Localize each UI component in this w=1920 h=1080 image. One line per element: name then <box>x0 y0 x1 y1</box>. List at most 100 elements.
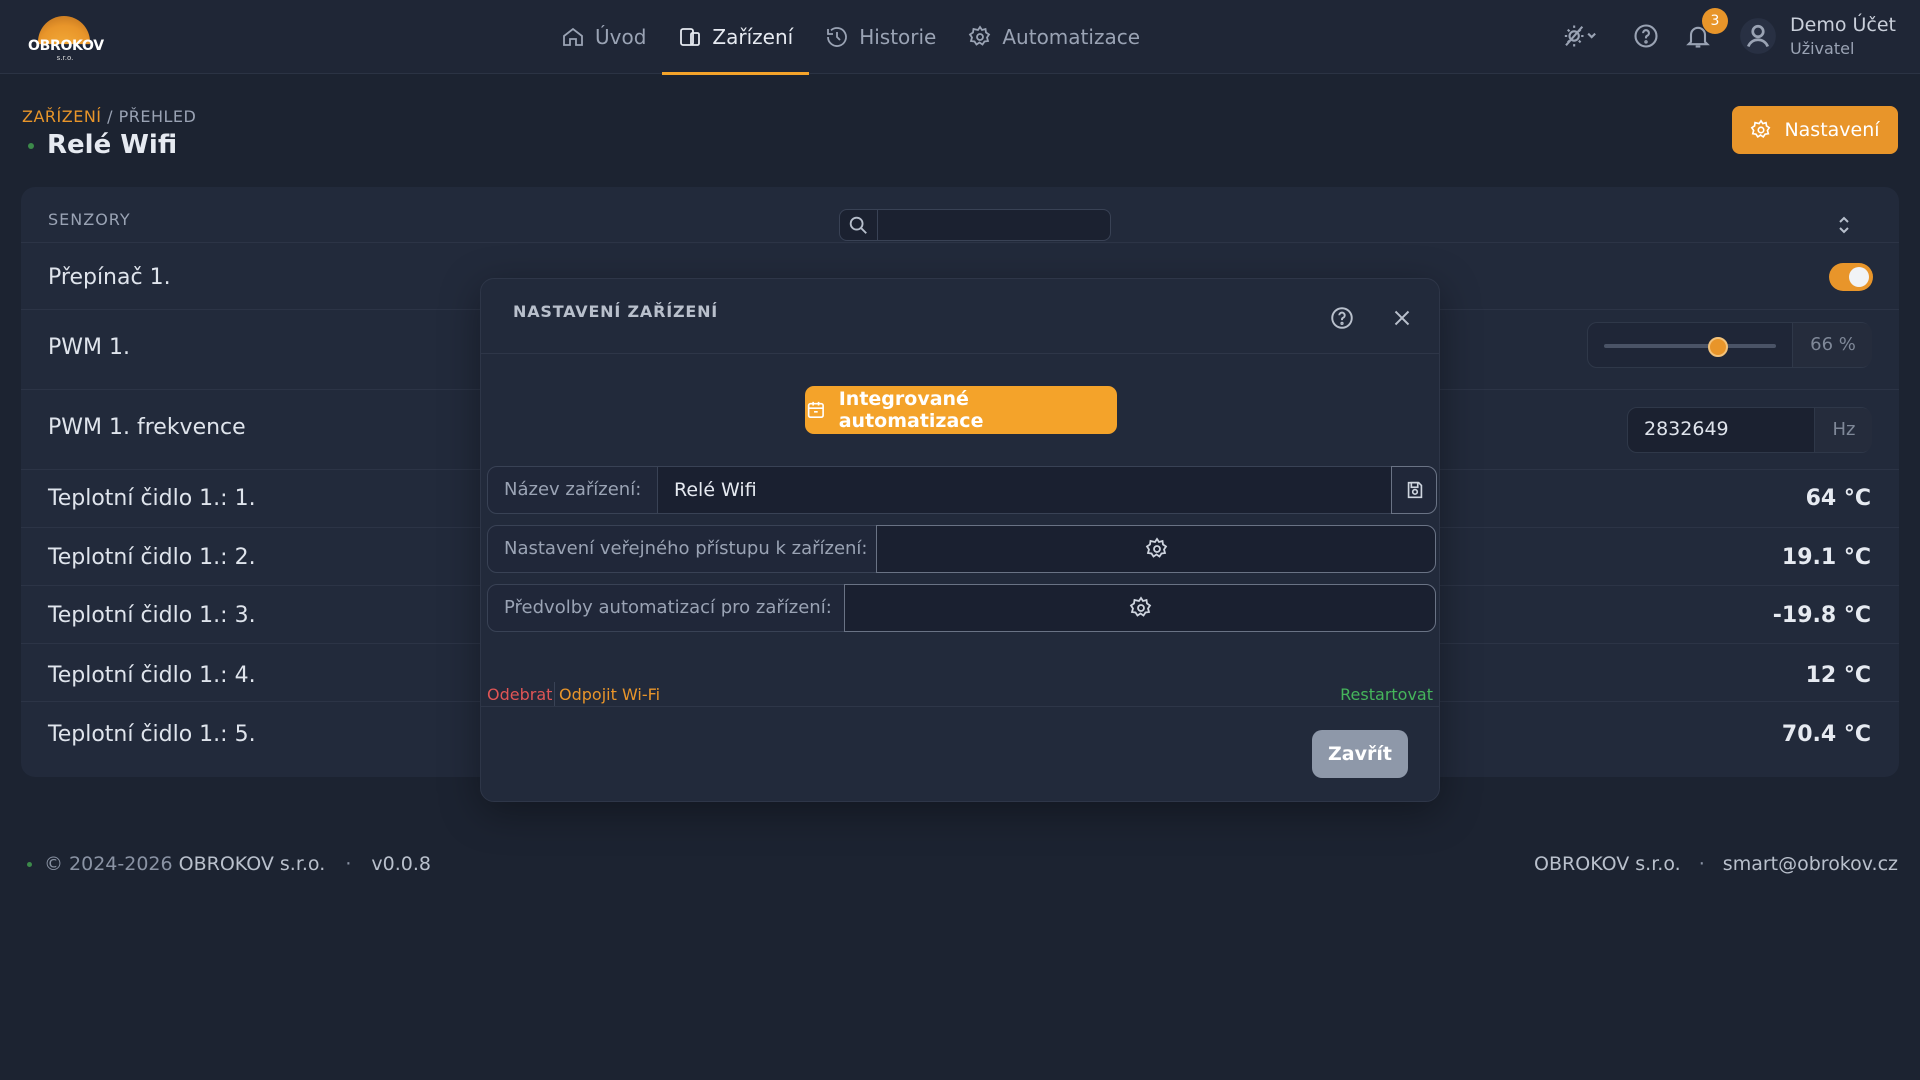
pwm-slider-track[interactable] <box>1604 344 1776 348</box>
notification-count-badge: 3 <box>1702 8 1728 34</box>
modal-close-button[interactable] <box>1389 305 1415 335</box>
footer-company-right[interactable]: OBROKOV s.r.o. <box>1534 853 1681 875</box>
modal-title: NASTAVENÍ ZAŘÍZENÍ <box>513 302 719 321</box>
footer-version: v0.0.8 <box>371 853 431 875</box>
footer-separator: · <box>345 853 352 875</box>
device-name-input[interactable] <box>657 466 1392 514</box>
breadcrumb-current: PŘEHLED <box>118 107 197 126</box>
close-icon <box>1394 310 1410 326</box>
pwm-slider-control: 66 % <box>1587 322 1872 368</box>
integrated-automations-label: Integrované automatizace <box>838 388 984 432</box>
sensor-label: Teplotní čidlo 1.: 1. <box>48 486 256 511</box>
settings-button-label: Nastavení <box>1784 119 1880 141</box>
calendar-icon <box>807 401 824 419</box>
user-name[interactable]: Demo Účet <box>1790 14 1896 36</box>
theme-toggle[interactable] <box>1558 22 1602 54</box>
nav-item-home[interactable]: Úvod <box>545 0 662 74</box>
modal-footer-divider <box>481 706 1439 707</box>
settings-button[interactable]: Nastavení <box>1732 106 1898 154</box>
sensor-value: -19.8 °C <box>1772 603 1871 628</box>
help-icon <box>1331 307 1353 329</box>
devices-icon <box>680 28 701 46</box>
frequency-value: 2832649 <box>1644 418 1729 440</box>
pwm-value-box: 66 % <box>1792 323 1872 367</box>
sensor-value: 70.4 °C <box>1781 722 1871 747</box>
search-icon-box <box>840 210 878 240</box>
help-button[interactable] <box>1632 22 1660 54</box>
sensor-label: PWM 1. <box>48 335 130 360</box>
gear-icon <box>1129 596 1152 617</box>
pwm-slider-thumb[interactable] <box>1707 337 1728 357</box>
nav-item-label: Automatizace <box>1002 25 1141 49</box>
sensor-label: Přepínač 1. <box>48 265 171 290</box>
home-icon <box>563 27 583 46</box>
footer-left: © 2024-2026 OBROKOV s.r.o. · v0.0.8 <box>44 853 431 875</box>
gear-icon <box>969 25 991 46</box>
modal-help-button[interactable] <box>1329 305 1355 335</box>
automation-presets-field: Předvolby automatizací pro zařízení: <box>487 584 1436 632</box>
footer-copyright: © 2024-2026 <box>44 853 179 875</box>
logo-text: OBROKOV <box>28 38 104 54</box>
sensor-value: 64 °C <box>1805 486 1871 511</box>
device-settings-modal: NASTAVENÍ ZAŘÍZENÍ Integrované automatiz… <box>480 278 1440 802</box>
theme-sun-icon <box>1564 25 1596 47</box>
footer-company[interactable]: OBROKOV s.r.o. <box>179 853 326 875</box>
automation-presets-settings-button[interactable] <box>844 584 1436 632</box>
sensor-label: Teplotní čidlo 1.: 4. <box>48 663 256 688</box>
restart-device-link[interactable]: Restartovat <box>1340 685 1433 704</box>
top-navbar: OBROKOV s.r.o. Úvod Zařízení Historie Au… <box>0 0 1920 75</box>
user-role: Uživatel <box>1790 39 1855 58</box>
public-access-field: Nastavení veřejného přístupu k zařízení: <box>487 525 1436 573</box>
frequency-input[interactable]: 2832649 Hz <box>1627 407 1872 453</box>
breadcrumb: ZAŘÍZENÍ / PŘEHLED <box>22 107 196 126</box>
public-access-label: Nastavení veřejného přístupu k zařízení: <box>504 538 868 559</box>
history-icon <box>827 27 848 47</box>
footer-status-dot <box>27 862 32 867</box>
sensor-label: Teplotní čidlo 1.: 2. <box>48 545 256 570</box>
help-icon <box>1634 24 1658 48</box>
device-name-label: Název zařízení: <box>504 479 642 500</box>
disconnect-wifi-link[interactable]: Odpojit Wi-Fi <box>559 685 660 704</box>
nav-item-label: Úvod <box>595 25 647 49</box>
sensor-label: Teplotní čidlo 1.: 3. <box>48 603 256 628</box>
pwm-value: 66 % <box>1810 334 1856 355</box>
breadcrumb-devices-link[interactable]: ZAŘÍZENÍ <box>22 107 102 126</box>
sensor-value: 19.1 °C <box>1781 545 1871 570</box>
page-title: Relé Wifi <box>47 130 178 160</box>
footer-separator: · <box>1698 853 1705 875</box>
device-status-dot <box>28 143 34 149</box>
logo-subtext: s.r.o. <box>56 54 74 62</box>
main-nav: Úvod Zařízení Historie Automatizace <box>545 0 1156 75</box>
automation-presets-label: Předvolby automatizací pro zařízení: <box>504 597 832 618</box>
company-logo[interactable]: OBROKOV s.r.o. <box>26 14 104 62</box>
nav-item-label: Historie <box>859 25 937 49</box>
sensors-title: SENZORY <box>48 210 131 229</box>
nav-item-automations[interactable]: Automatizace <box>952 0 1156 74</box>
footer-email[interactable]: smart@obrokov.cz <box>1723 853 1898 875</box>
sensor-value: 12 °C <box>1805 663 1871 688</box>
gear-icon <box>1145 537 1168 558</box>
nav-item-devices[interactable]: Zařízení <box>662 0 809 75</box>
device-name-field: Název zařízení: <box>487 466 1437 514</box>
breadcrumb-separator: / <box>101 107 119 126</box>
frequency-unit-box: Hz <box>1814 408 1872 452</box>
remove-device-link[interactable]: Odebrat <box>487 685 552 704</box>
gear-icon <box>1751 119 1771 139</box>
nav-item-history[interactable]: Historie <box>809 0 952 74</box>
sort-toggle[interactable] <box>1836 214 1852 240</box>
sensor-label: PWM 1. frekvence <box>48 415 246 440</box>
footer-right: OBROKOV s.r.o. · smart@obrokov.cz <box>1534 853 1898 875</box>
frequency-unit: Hz <box>1832 419 1856 440</box>
integrated-automations-button[interactable]: Integrované automatizace <box>805 386 1117 434</box>
close-button[interactable]: Zavřít <box>1312 730 1408 778</box>
sensor-search[interactable] <box>839 209 1111 241</box>
search-icon <box>849 216 867 234</box>
save-icon <box>1407 481 1423 499</box>
action-divider <box>554 682 555 706</box>
switch-toggle[interactable] <box>1829 263 1873 291</box>
user-icon <box>1740 18 1776 54</box>
save-name-button[interactable] <box>1391 466 1437 514</box>
public-access-settings-button[interactable] <box>876 525 1436 573</box>
user-avatar[interactable] <box>1740 18 1776 58</box>
nav-item-label: Zařízení <box>712 25 794 49</box>
